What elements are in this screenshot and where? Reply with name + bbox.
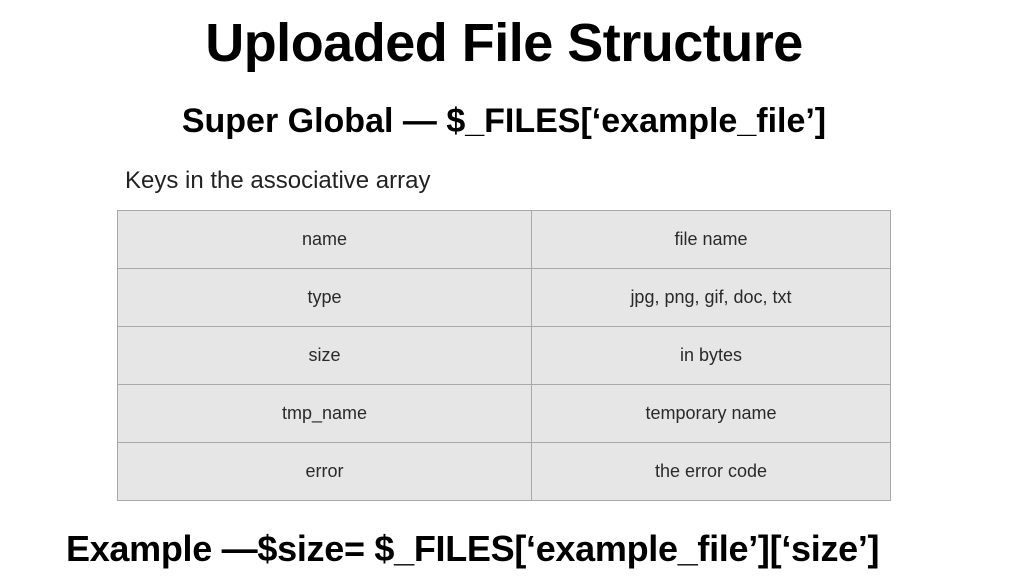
table-row: tmp_name temporary name: [117, 384, 891, 443]
key-cell: error: [117, 442, 532, 501]
slide-subtitle: Super Global — $_FILES[‘example_file’]: [181, 102, 827, 140]
key-cell: size: [117, 326, 532, 385]
table-caption: Keys in the associative array: [125, 167, 431, 194]
key-cell: name: [117, 210, 532, 269]
slide-title: Uploaded File Structure: [205, 13, 803, 73]
table-row: type jpg, png, gif, doc, txt: [117, 268, 891, 327]
example-code: Example —$size= $_FILES[‘example_file’][…: [66, 528, 880, 569]
keys-table: name file name type jpg, png, gif, doc, …: [117, 210, 891, 501]
description-cell: file name: [531, 210, 891, 269]
table-row: name file name: [117, 210, 891, 269]
description-cell: temporary name: [531, 384, 891, 443]
key-cell: type: [117, 268, 532, 327]
description-cell: in bytes: [531, 326, 891, 385]
table-row: error the error code: [117, 442, 891, 501]
description-cell: jpg, png, gif, doc, txt: [531, 268, 891, 327]
description-cell: the error code: [531, 442, 891, 501]
key-cell: tmp_name: [117, 384, 532, 443]
table-row: size in bytes: [117, 326, 891, 385]
